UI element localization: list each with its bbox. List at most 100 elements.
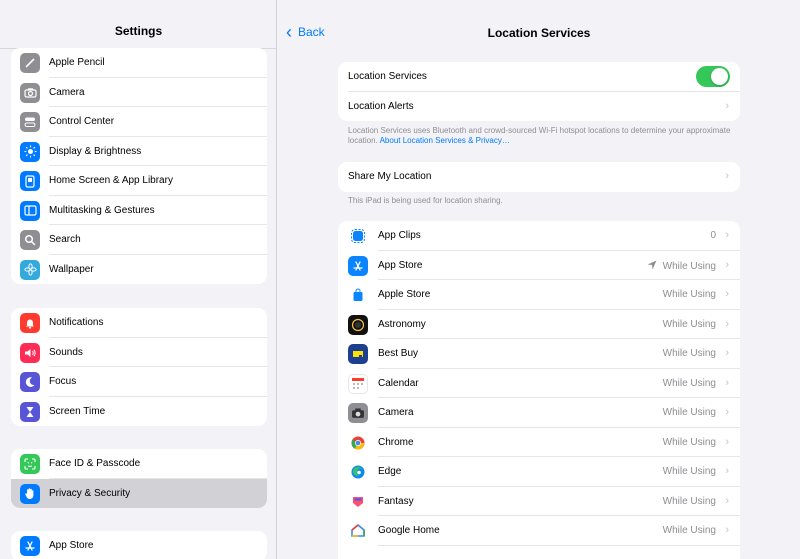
location-services-pane: ‹ Back Location Services Location Servic…: [278, 0, 800, 559]
app-name: Edge: [378, 466, 402, 477]
sidebar-item-label: Search: [49, 234, 81, 246]
location-services-card: Location Services Location Alerts ›: [338, 62, 740, 121]
google-home-icon: [348, 521, 368, 541]
app-row-app-clips[interactable]: App Clips 0 ›: [338, 221, 740, 251]
toggles-icon: [20, 112, 40, 132]
app-location-value: While Using: [662, 436, 716, 448]
share-my-location-label: Share My Location: [348, 171, 432, 182]
sidebar-group-display: Apple Pencil Camera Control Center Displ…: [11, 48, 267, 284]
app-row-edge[interactable]: Edge While Using ›: [338, 457, 740, 487]
chevron-right-icon: ›: [725, 229, 729, 241]
sidebar-item-label: Wallpaper: [49, 263, 94, 275]
home-screen-icon: [20, 171, 40, 191]
sidebar-group-notifications: Notifications Sounds Focus Screen Time: [11, 308, 267, 426]
hourglass-icon: [20, 401, 40, 422]
app-row-app-store[interactable]: App Store While Using ›: [338, 251, 740, 280]
app-row-astronomy[interactable]: Astronomy While Using ›: [338, 310, 740, 339]
toggle-knob: [711, 68, 728, 85]
astronomy-icon: [348, 314, 368, 335]
hand-icon: [20, 483, 40, 504]
bell-icon: [20, 313, 40, 333]
sidebar-item-label: Control Center: [49, 116, 115, 128]
sidebar-item-label: Camera: [49, 86, 85, 98]
edge-icon: [348, 462, 368, 482]
sidebar-group-store: App Store: [11, 531, 267, 559]
speaker-icon: [20, 342, 40, 363]
app-location-value: While Using: [662, 466, 716, 477]
sidebar-item-label: Sounds: [49, 346, 83, 358]
sidebar-item-sounds[interactable]: Sounds: [11, 338, 267, 367]
app-row-calendar[interactable]: Calendar While Using ›: [338, 369, 740, 398]
chevron-right-icon: ›: [725, 465, 729, 477]
sidebar-item-control-center[interactable]: Control Center: [11, 107, 267, 137]
chevron-right-icon: ›: [725, 494, 729, 507]
chevron-right-icon: ›: [725, 376, 729, 389]
app-row-google-home[interactable]: Google Home While Using ›: [338, 516, 740, 546]
app-name: App Clips: [378, 230, 421, 241]
sidebar-item-camera[interactable]: Camera: [11, 78, 267, 107]
sidebar-item-label: Multitasking & Gestures: [49, 204, 155, 216]
app-location-value: While Using: [662, 318, 716, 330]
app-name: Camera: [378, 407, 414, 418]
location-sharing-note: This iPad is being used for location sha…: [348, 196, 503, 205]
app-row-best-buy[interactable]: Best Buy While Using ›: [338, 339, 740, 369]
sidebar-item-search[interactable]: Search: [11, 225, 267, 255]
chevron-right-icon: ›: [725, 524, 729, 536]
best-buy-icon: [348, 344, 368, 364]
chevron-right-icon: ›: [725, 317, 729, 330]
face-id-icon: [20, 454, 40, 474]
sidebar-item-home-screen[interactable]: Home Screen & App Library: [11, 166, 267, 196]
sidebar-item-label: Notifications: [49, 317, 104, 329]
sidebar-item-face-id[interactable]: Face ID & Passcode: [11, 449, 267, 479]
share-location-card: Share My Location ›: [338, 162, 740, 192]
sidebar-item-label: Home Screen & App Library: [49, 175, 173, 187]
pencil-icon: [20, 53, 40, 73]
chrome-icon: [348, 432, 368, 453]
sidebar-item-focus[interactable]: Focus: [11, 367, 267, 397]
page-title: Location Services: [487, 26, 591, 40]
location-alerts-row[interactable]: Location Alerts ›: [338, 92, 740, 122]
app-store-icon: [348, 255, 368, 276]
app-location-value: While Using: [662, 525, 716, 536]
chevron-right-icon: ›: [725, 435, 729, 448]
app-store-icon: [20, 536, 40, 556]
flower-icon: [20, 259, 40, 280]
app-row-camera[interactable]: Camera While Using ›: [338, 398, 740, 428]
sun-icon: [20, 141, 40, 162]
calendar-icon: [348, 373, 368, 394]
chevron-right-icon: ›: [725, 347, 729, 359]
sidebar-item-screen-time[interactable]: Screen Time: [11, 397, 267, 427]
app-row-chrome[interactable]: Chrome While Using ›: [338, 428, 740, 457]
app-location-value: While Using: [662, 377, 716, 389]
about-location-privacy-link[interactable]: About Location Services & Privacy…: [380, 136, 510, 145]
sidebar-item-notifications[interactable]: Notifications: [11, 308, 267, 338]
app-name: Calendar: [378, 377, 419, 389]
sidebar-item-display-brightness[interactable]: Display & Brightness: [11, 137, 267, 166]
sidebar-item-multitasking[interactable]: Multitasking & Gestures: [11, 196, 267, 225]
sidebar-item-privacy-security[interactable]: Privacy & Security: [11, 478, 267, 508]
apple-store-bag-icon: [348, 285, 368, 305]
chevron-right-icon: ›: [725, 99, 729, 112]
app-name: Best Buy: [378, 348, 419, 359]
location-services-toggle[interactable]: [696, 66, 730, 87]
app-name: Chrome: [378, 436, 414, 448]
app-location-value: While Using: [662, 407, 716, 418]
app-name: Apple Store: [378, 289, 431, 300]
app-location-value: While Using: [662, 348, 716, 359]
location-services-note: Location Services uses Bluetooth and cro…: [348, 126, 738, 146]
app-location-value: While Using: [662, 495, 716, 507]
app-row-fantasy[interactable]: Fantasy While Using ›: [338, 487, 740, 516]
sidebar-item-apple-pencil[interactable]: Apple Pencil: [11, 48, 267, 78]
location-services-label: Location Services: [348, 71, 427, 82]
location-services-row: Location Services: [338, 62, 740, 92]
chevron-right-icon: ›: [725, 288, 729, 300]
share-my-location-row[interactable]: Share My Location ›: [338, 162, 740, 192]
sidebar-item-app-store[interactable]: App Store: [11, 531, 267, 559]
app-row-apple-store[interactable]: Apple Store While Using ›: [338, 280, 740, 310]
app-location-value: While Using: [662, 289, 716, 300]
sidebar-item-label: Apple Pencil: [49, 57, 105, 69]
sidebar-item-wallpaper[interactable]: Wallpaper: [11, 255, 267, 285]
camera-icon: [348, 403, 368, 423]
chevron-right-icon: ›: [725, 406, 729, 418]
sidebar-item-label: Screen Time: [49, 405, 106, 417]
